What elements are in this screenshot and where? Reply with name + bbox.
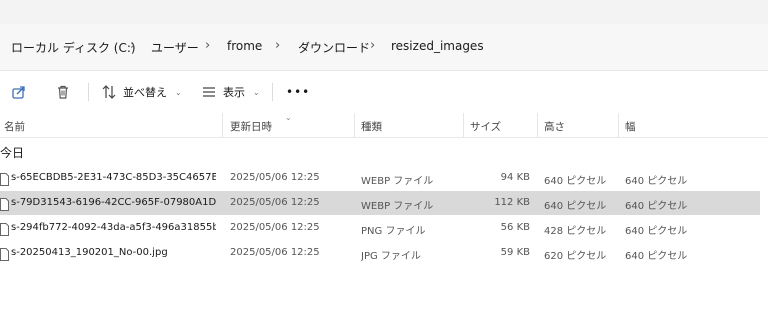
file-date: 2025/05/06 12:25 (230, 197, 320, 208)
file-height: 640 ピクセル (544, 176, 607, 187)
file-name: s-20250413_190201_No-00.jpg (11, 247, 168, 258)
chevron-down-icon: ⌄ (175, 87, 182, 97)
file-icon (0, 196, 9, 215)
column-divider[interactable] (537, 113, 538, 137)
breadcrumb-users[interactable]: ユーザー (151, 39, 199, 56)
file-width: 640 ピクセル (625, 251, 688, 262)
column-divider[interactable] (463, 113, 464, 137)
share-button[interactable] (11, 79, 27, 105)
group-header-today[interactable]: 今日 (0, 144, 24, 161)
column-headers: 名前 更新日時 ⌄ 種類 サイズ 高さ 幅 (0, 113, 768, 138)
breadcrumb-local-disk[interactable]: ローカル ディスク (C:) (11, 39, 136, 56)
file-name: s-294fb772-4092-43da-a5f3-496a31855b3... (11, 222, 216, 233)
file-icon (0, 171, 9, 190)
file-type: JPG ファイル (361, 251, 421, 262)
file-date: 2025/05/06 12:25 (230, 222, 320, 233)
file-row[interactable]: s-294fb772-4092-43da-a5f3-496a31855b3...… (0, 216, 760, 240)
more-button[interactable]: ••• (286, 79, 310, 105)
file-type: WEBP ファイル (361, 201, 434, 212)
chevron-right-icon: › (370, 38, 376, 53)
file-type: WEBP ファイル (361, 176, 434, 187)
sort-button[interactable]: 並べ替え ⌄ (101, 79, 182, 105)
file-height: 620 ピクセル (544, 251, 607, 262)
file-name: s-79D31543-6196-42CC-965F-07980A1D5... (11, 197, 216, 208)
file-name: s-65ECBDB5-2E31-473C-85D3-35C4657ED... (11, 172, 216, 183)
file-height: 428 ピクセル (544, 226, 607, 237)
view-icon (201, 84, 217, 100)
chevron-right-icon: › (275, 38, 281, 53)
sort-indicator-icon: ⌄ (285, 113, 292, 122)
column-divider[interactable] (618, 113, 619, 137)
toolbar-divider (272, 83, 273, 101)
column-header-date[interactable]: 更新日時 (230, 119, 272, 134)
column-header-height[interactable]: 高さ (544, 119, 565, 134)
share-icon (11, 84, 27, 100)
view-label: 表示 (223, 86, 245, 99)
file-type: PNG ファイル (361, 226, 426, 237)
more-icon: ••• (286, 85, 311, 99)
view-button[interactable]: 表示 ⌄ (201, 79, 260, 105)
breadcrumb-frome[interactable]: frome (227, 39, 262, 53)
file-width: 640 ピクセル (625, 226, 688, 237)
column-divider[interactable] (354, 113, 355, 137)
file-size: 112 KB (494, 197, 530, 208)
chevron-down-icon: ⌄ (253, 87, 260, 97)
file-date: 2025/05/06 12:25 (230, 247, 320, 258)
breadcrumb-downloads[interactable]: ダウンロード (298, 39, 370, 56)
file-row[interactable]: s-20250413_190201_No-00.jpg 2025/05/06 1… (0, 241, 760, 265)
sort-icon (101, 84, 117, 100)
file-height: 640 ピクセル (544, 201, 607, 212)
file-icon (0, 246, 9, 265)
chevron-right-icon: › (130, 38, 136, 53)
file-width: 640 ピクセル (625, 176, 688, 187)
sort-label: 並べ替え (123, 86, 167, 99)
column-header-type[interactable]: 種類 (361, 119, 382, 134)
column-divider[interactable] (222, 113, 223, 137)
file-icon (0, 221, 9, 240)
file-size: 94 KB (500, 172, 530, 183)
title-strip (0, 0, 768, 24)
column-header-name[interactable]: 名前 (4, 119, 25, 134)
column-header-size[interactable]: サイズ (470, 119, 501, 134)
command-bar: 並べ替え ⌄ 表示 ⌄ ••• (0, 71, 768, 113)
delete-icon (55, 84, 71, 100)
chevron-right-icon: › (205, 38, 211, 53)
breadcrumb-resized-images[interactable]: resized_images (391, 39, 484, 53)
column-header-width[interactable]: 幅 (625, 119, 636, 134)
file-row[interactable]: s-79D31543-6196-42CC-965F-07980A1D5... 2… (0, 191, 760, 215)
toolbar-divider (88, 83, 89, 101)
file-size: 56 KB (500, 222, 530, 233)
file-date: 2025/05/06 12:25 (230, 172, 320, 183)
address-bar[interactable]: ローカル ディスク (C:) › ユーザー › frome › ダウンロード ›… (0, 24, 768, 71)
file-row[interactable]: s-65ECBDB5-2E31-473C-85D3-35C4657ED... 2… (0, 166, 760, 190)
delete-button[interactable] (55, 79, 71, 105)
file-size: 59 KB (500, 247, 530, 258)
file-width: 640 ピクセル (625, 201, 688, 212)
